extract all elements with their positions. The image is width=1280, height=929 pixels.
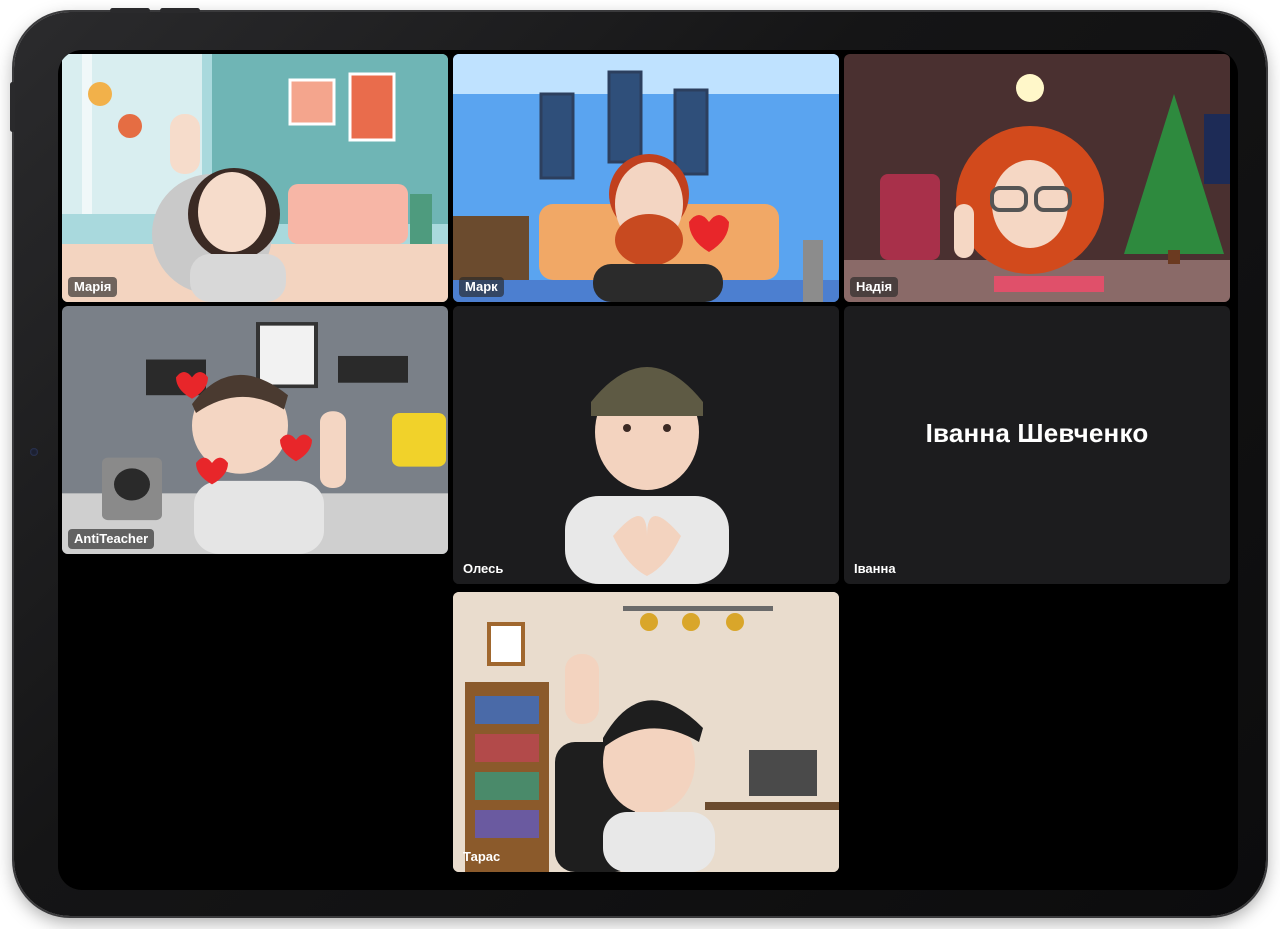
- participant-display-name: Іванна Шевченко: [925, 418, 1149, 448]
- ipad-device-frame: Марія Марк Надія AntiTeacher Олесь Іванн…: [10, 8, 1266, 916]
- top-button: [110, 8, 150, 13]
- participant-name-label: Іванна: [854, 561, 896, 576]
- participant-name-label: Надія: [850, 277, 899, 297]
- front-camera-icon: [30, 448, 38, 456]
- participant-name-label: Марк: [459, 277, 504, 297]
- participant-tile-ivanna[interactable]: Іванна Шевченко Іванна: [844, 306, 1230, 584]
- participant-tile-mariia[interactable]: Марія: [62, 54, 448, 302]
- participant-name-label: Марія: [68, 277, 118, 297]
- participant-tile-nadiia[interactable]: Надія: [844, 54, 1230, 302]
- avatar-studio-room-scene: [62, 306, 448, 554]
- video-call-screen: Марія Марк Надія AntiTeacher Олесь Іванн…: [58, 50, 1238, 890]
- participant-tile-taras[interactable]: Тарас: [453, 592, 839, 872]
- participant-tile-antiteacher[interactable]: AntiTeacher: [62, 306, 448, 554]
- avatar-study-room-scene: [453, 592, 839, 872]
- participant-name-label: AntiTeacher: [68, 529, 155, 549]
- top-button: [160, 8, 200, 13]
- avatar-christmas-room-scene: [844, 54, 1230, 302]
- avatar-blue-room-scene: [453, 54, 839, 302]
- avatar-living-room-scene: [62, 54, 448, 302]
- participant-tile-oles[interactable]: Олесь: [453, 306, 839, 584]
- volume-button: [10, 82, 15, 132]
- participant-name-label: Тарас: [463, 849, 501, 864]
- avatar-dark-background-scene: [453, 306, 839, 584]
- participant-tile-mark[interactable]: Марк: [453, 54, 839, 302]
- participant-name-label: Олесь: [463, 561, 504, 576]
